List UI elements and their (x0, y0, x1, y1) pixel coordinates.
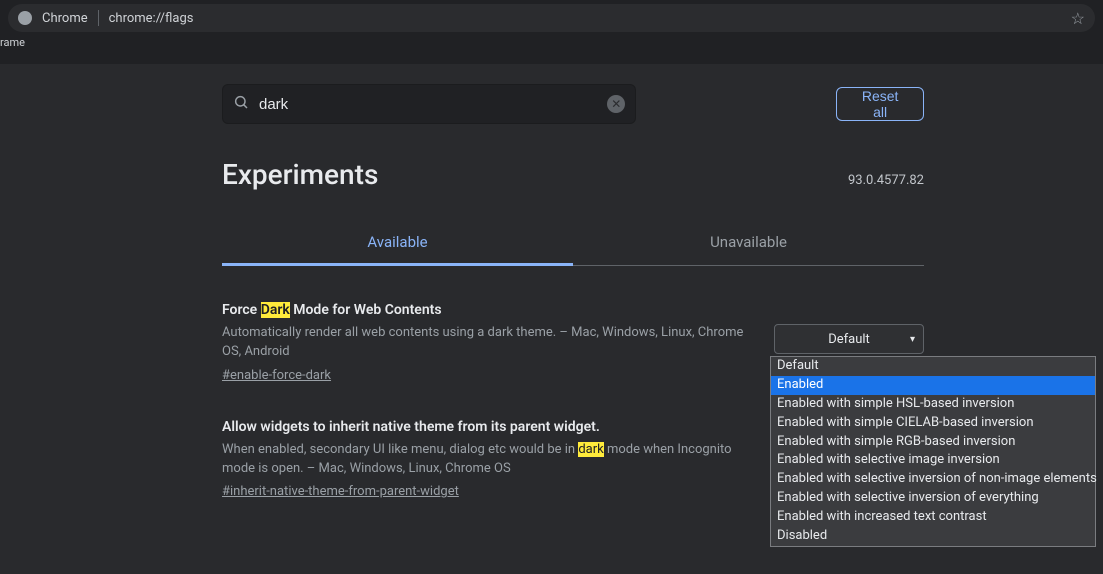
bookmark-star-icon[interactable]: ☆ (1071, 9, 1085, 28)
chrome-icon (18, 11, 32, 25)
toolbar-strip: rame (0, 32, 1103, 54)
search-icon (233, 94, 249, 114)
omnibar-url-suffix: //flags (156, 11, 194, 26)
title-pre: Force (222, 302, 261, 318)
flag-text: Force Dark Mode for Web Contents Automat… (222, 302, 746, 383)
flag-row: Force Dark Mode for Web Contents Automat… (222, 302, 924, 383)
omnibar[interactable]: Chrome chrome: //flags ☆ (8, 4, 1095, 32)
flag-control: Default ▾ DefaultEnabledEnabled with sim… (774, 302, 924, 383)
tab-unavailable[interactable]: Unavailable (573, 221, 924, 265)
desc-highlight: dark (578, 442, 603, 457)
dropdown-option[interactable]: Enabled with simple RGB-based inversion (771, 433, 1095, 452)
version-label: 93.0.4577.82 (848, 173, 924, 188)
clear-search-button[interactable]: ✕ (607, 95, 625, 113)
omnibar-url-prefix: chrome: (109, 11, 156, 26)
dropdown-option[interactable]: Enabled with selective image inversion (771, 451, 1095, 470)
toolbar-text: rame (0, 36, 25, 49)
title-pre: Allow widgets to inherit native theme fr… (222, 419, 600, 435)
reset-all-button[interactable]: Reset all (836, 87, 924, 121)
flag-description: Automatically render all web contents us… (222, 324, 746, 362)
flag-description: When enabled, secondary UI like menu, di… (222, 441, 746, 479)
flag-title: Allow widgets to inherit native theme fr… (222, 419, 746, 435)
dropdown-option[interactable]: Default (771, 357, 1095, 376)
flag-title: Force Dark Mode for Web Contents (222, 302, 746, 318)
content-area: ✕ Reset all Experiments 93.0.4577.82 Ava… (0, 64, 1103, 574)
dropdown-option[interactable]: Disabled (771, 527, 1095, 546)
flag-text: Allow widgets to inherit native theme fr… (222, 419, 746, 500)
desc-pre: When enabled, secondary UI like menu, di… (222, 442, 578, 457)
dropdown-option[interactable]: Enabled with simple HSL-based inversion (771, 395, 1095, 414)
dropdown-selected-label: Default (828, 332, 870, 347)
dropdown-option[interactable]: Enabled (771, 376, 1095, 395)
desc-pre: Automatically render all web contents us… (222, 325, 743, 359)
title-row: Experiments 93.0.4577.82 (222, 158, 924, 191)
omnibar-name: Chrome (42, 11, 88, 26)
search-row: ✕ Reset all (222, 84, 924, 124)
search-box[interactable]: ✕ (222, 84, 636, 124)
flag-hash-link[interactable]: #inherit-native-theme-from-parent-widget (222, 484, 459, 499)
dropdown-option[interactable]: Enabled with selective inversion of ever… (771, 489, 1095, 508)
omnibar-divider (98, 10, 99, 26)
tabs: Available Unavailable (222, 221, 924, 266)
dropdown-panel[interactable]: DefaultEnabledEnabled with simple HSL-ba… (770, 356, 1096, 547)
title-highlight: Dark (261, 302, 290, 318)
dropdown-option[interactable]: Enabled with selective inversion of non-… (771, 470, 1095, 489)
search-input[interactable] (259, 96, 607, 113)
dropdown-option[interactable]: Enabled with increased text contrast (771, 508, 1095, 527)
flags-page: ✕ Reset all Experiments 93.0.4577.82 Ava… (222, 84, 924, 499)
flag-hash-link[interactable]: #enable-force-dark (222, 368, 331, 383)
title-post: Mode for Web Contents (290, 302, 442, 318)
flag-dropdown[interactable]: Default ▾ (774, 324, 924, 354)
dropdown-option[interactable]: Enabled with simple CIELAB-based inversi… (771, 414, 1095, 433)
chevron-down-icon: ▾ (910, 334, 915, 345)
page-title: Experiments (222, 158, 378, 191)
tab-available[interactable]: Available (222, 221, 573, 266)
